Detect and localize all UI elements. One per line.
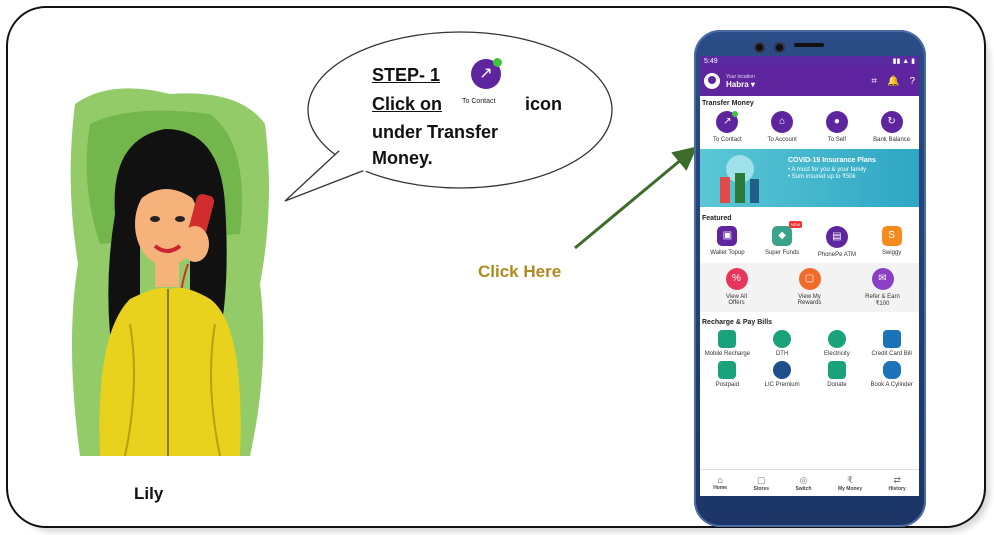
step-instruction-line1: Click on xyxy=(372,94,443,114)
insurance-banner[interactable]: COVID-19 Insurance Plans • A must for yo… xyxy=(700,149,919,207)
history-icon: ⇄ xyxy=(893,474,901,485)
status-bar: 5:49 ▮▮ ▲ ▮ xyxy=(700,56,919,66)
lily-illustration xyxy=(70,84,270,456)
bills-title: Recharge & Pay Bills xyxy=(702,319,773,326)
credit-card-bill-button[interactable]: Credit Card Bill xyxy=(865,330,919,357)
nav-my-money[interactable]: ₹ My Money xyxy=(838,475,862,492)
nav-history[interactable]: ⇄ History xyxy=(889,475,906,492)
step-instruction-icon-word: icon xyxy=(525,94,563,114)
nav-stores[interactable]: ▢ Stores xyxy=(753,475,769,492)
transfer-row: ↗ To Contact ⌂ To Account ● To Self ↻ Bank B… xyxy=(700,109,919,145)
location-value: Habra xyxy=(726,79,749,89)
click-here-label: Click Here xyxy=(478,262,562,281)
super-funds-button[interactable]: ◆ NEW Super Funds xyxy=(755,221,809,258)
banner-line2: • Sum insured up to ₹50k xyxy=(788,174,856,180)
status-time: 5:49 xyxy=(704,57,718,65)
featured-row: ▣ Wallet Topup ◆ NEW Super Funds ▤ PhonePe A… xyxy=(700,221,919,260)
phone-speaker xyxy=(794,43,824,47)
lic-premium-button[interactable]: LIC Premium xyxy=(755,361,809,388)
bills-row-1: Mobile Recharge DTH Electricity Credit C… xyxy=(700,328,919,359)
wallet-topup-button[interactable]: ▣ Wallet Topup xyxy=(700,226,754,258)
postpaid-button[interactable]: Postpaid xyxy=(700,361,754,388)
banner-title: COVID-19 Insurance Plans xyxy=(788,157,876,164)
store-icon: ▢ xyxy=(757,474,766,485)
step-title: STEP- 1 xyxy=(372,65,441,85)
home-icon: ⌂ xyxy=(717,475,723,485)
new-badge: NEW xyxy=(788,221,803,228)
qr-scan-icon[interactable]: ⌗ xyxy=(871,76,877,87)
to-contact-icon-label: To Contact xyxy=(462,98,496,105)
person-name: Lily xyxy=(134,484,164,503)
transfer-money-title: Transfer Money xyxy=(702,100,754,107)
pointer-arrow xyxy=(574,146,698,250)
front-camera xyxy=(754,42,765,53)
dth-button[interactable]: DTH xyxy=(755,330,809,357)
nav-home[interactable]: ⌂ Home xyxy=(713,475,727,491)
nav-switch[interactable]: ◎ Switch xyxy=(795,475,811,492)
switch-icon: ◎ xyxy=(799,474,808,485)
app-bar: Your location Habra ▾ ⌗ 🔔 ? xyxy=(700,66,919,96)
profile-avatar[interactable] xyxy=(704,73,720,89)
sensor xyxy=(774,42,785,53)
mobile-recharge-button[interactable]: Mobile Recharge xyxy=(700,330,754,357)
to-self-button[interactable]: ● To Self xyxy=(810,111,864,143)
bell-icon[interactable]: 🔔 xyxy=(887,76,899,87)
refer-earn-button[interactable]: ✉ Refer & Earn ₹100 xyxy=(850,268,916,307)
status-icons: ▮▮ ▲ ▮ xyxy=(892,58,915,65)
bank-balance-button[interactable]: ↻ Bank Balance xyxy=(865,111,919,143)
to-account-button[interactable]: ⌂ To Account xyxy=(755,111,809,143)
family-illustration xyxy=(720,155,759,203)
step-instruction-line3: Money. xyxy=(372,148,433,168)
offers-strip: % View All Offers ▢ View My Rewards ✉ Refer &… xyxy=(700,263,919,312)
location-selector[interactable]: Your location Habra ▾ xyxy=(726,74,755,89)
bottom-navigation: ⌂ Home ▢ Stores ◎ Switch ₹ My Money ⇄ History xyxy=(700,469,919,496)
bills-row-2: Postpaid LIC Premium Donate Book A Cylin… xyxy=(700,359,919,390)
to-contact-icon: ↗ xyxy=(471,58,502,89)
donate-button[interactable]: Donate xyxy=(810,361,864,388)
view-all-offers-button[interactable]: % View All Offers xyxy=(704,268,770,307)
location-caption: Your location xyxy=(726,73,755,80)
featured-title: Featured xyxy=(702,215,732,222)
step-instruction-line2: under Transfer xyxy=(372,122,499,142)
phonepe-atm-button[interactable]: ▤ PhonePe ATM xyxy=(810,226,864,258)
book-cylinder-button[interactable]: Book A Cylinder xyxy=(865,361,919,388)
electricity-button[interactable]: Electricity xyxy=(810,330,864,357)
help-icon[interactable]: ? xyxy=(909,76,915,87)
swiggy-button[interactable]: S Swiggy xyxy=(865,226,919,258)
to-contact-button[interactable]: ↗ To Contact xyxy=(700,111,754,143)
phonepe-screen: 5:49 ▮▮ ▲ ▮ Your location Habra ▾ ⌗ 🔔 ? … xyxy=(700,56,919,496)
rupee-icon: ₹ xyxy=(847,474,853,485)
view-rewards-button[interactable]: ▢ View My Rewards xyxy=(777,268,843,307)
